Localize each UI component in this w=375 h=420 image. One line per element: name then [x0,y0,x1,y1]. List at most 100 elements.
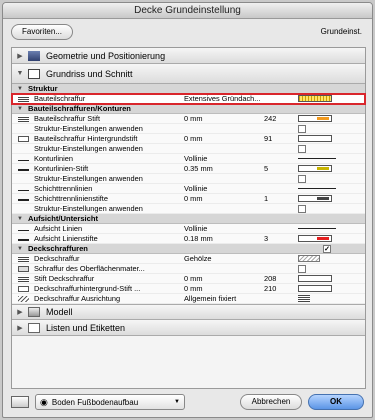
settings-dialog: Decke Grundeinstellung Favoriten... Grun… [2,2,373,418]
row-label: Struktur-Einstellungen anwenden [34,144,143,153]
list-item[interactable]: Bauteilschraffur Hintergrundstift 0 mm 9… [12,134,365,144]
pen-number[interactable]: 5 [264,164,298,173]
list-item[interactable]: Stift Deckschraffur 0 mm 208 [12,274,365,284]
list-item[interactable]: Deckschraffur Gehölze [12,254,365,264]
row-label: Schraffur des Oberflächenmater... [34,264,145,273]
cancel-button[interactable]: Abbrechen [240,394,302,410]
row-label: Konturlinien-Stift [34,164,89,173]
row-value[interactable]: Gehölze [184,254,264,263]
list-item[interactable]: Aufsicht Linienstifte 0.18 mm 3 [12,234,365,244]
list-item[interactable]: Struktur-Einstellungen anwenden [12,174,365,184]
pen-number[interactable]: 210 [264,284,298,293]
pen-icon [12,237,34,241]
row-label: Schichttrennlinienstifte [34,194,108,203]
pen-color-swatch[interactable] [298,235,332,242]
line-type-swatch[interactable] [298,188,336,189]
surface-icon [12,265,34,272]
collapse-triangle-icon[interactable]: ▼ [12,216,28,222]
pen-number[interactable]: 242 [264,114,298,123]
row-value[interactable]: Vollinie [184,154,264,163]
list-item[interactable]: Aufsicht Linien Vollinie [12,224,365,234]
list-item[interactable]: Schichttrennlinienstifte 0 mm 1 [12,194,365,204]
collapse-triangle-icon[interactable]: ▼ [12,86,28,92]
list-item[interactable]: Struktur-Einstellungen anwenden [12,124,365,134]
pen-number[interactable]: 208 [264,274,298,283]
group-struktur[interactable]: ▼ Struktur [12,84,365,94]
row-label: Bauteilschraffur Stift [34,114,100,123]
row-label: Deckschraffur Ausrichtung [34,294,121,303]
ok-button[interactable]: OK [308,394,364,410]
group-aufsicht[interactable]: ▼ Aufsicht/Untersicht [12,214,365,224]
group-deck[interactable]: ▼ Deckschraffuren ✓ [12,244,365,254]
pen-color-swatch[interactable] [298,165,332,172]
fill-icon [12,95,34,102]
list-item[interactable]: Konturlinien Vollinie [12,154,365,164]
checkbox[interactable] [298,144,306,153]
row-label: Aufsicht Linien [34,224,83,233]
pen-color-swatch[interactable] [298,285,332,292]
row-value[interactable]: Allgemein fixiert [184,294,298,303]
list-item[interactable]: Konturlinien-Stift 0.35 mm 5 [12,164,365,174]
row-label: Bauteilschraffur [34,94,86,103]
pen-number[interactable]: 91 [264,134,298,143]
line-icon [12,157,34,161]
row-label: Struktur-Einstellungen anwenden [34,124,143,133]
section-geometry[interactable]: ▶ Geometrie und Positionierung [12,48,365,64]
fill-pattern-swatch[interactable] [298,255,320,262]
group-label: Deckschraffuren [28,244,88,253]
pen-number[interactable]: 1 [264,194,298,203]
window-title: Decke Grundeinstellung [3,3,372,19]
row-value[interactable]: Vollinie [184,224,264,233]
layer-select[interactable]: ◉ Boden Fußbodenaufbau ▼ [35,394,185,410]
list-item[interactable]: Deckschraffur Ausrichtung Allgemein fixi… [12,294,365,304]
list-item[interactable]: Schichttrennlinien Vollinie [12,184,365,194]
list-item[interactable]: Deckschraffurhintergrund-Stift ... 0 mm … [12,284,365,294]
list-item[interactable]: Struktur-Einstellungen anwenden [12,144,365,154]
label-icon [28,322,40,333]
collapse-triangle-icon[interactable]: ▼ [12,106,28,112]
row-value: 0 mm [184,194,203,203]
section-lists[interactable]: ▶ Listen und Etiketten [12,320,365,336]
checkbox[interactable] [298,204,306,213]
pen-icon [12,115,34,122]
pen-color-swatch[interactable] [298,115,332,122]
checkbox[interactable] [298,174,306,183]
favorites-button[interactable]: Favoriten... [11,24,73,40]
collapse-triangle-icon[interactable]: ▼ [12,246,28,252]
expand-triangle-icon[interactable]: ▶ [12,324,28,332]
row-label: Konturlinien [34,154,74,163]
pen-color-swatch[interactable] [298,275,332,282]
pen-number[interactable]: 3 [264,234,298,243]
pen-color-swatch[interactable] [298,195,332,202]
line-icon [12,187,34,191]
expand-triangle-icon[interactable]: ▶ [12,52,28,60]
list-item[interactable]: Bauteilschraffur Stift 0 mm 242 [12,114,365,124]
row-label: Struktur-Einstellungen anwenden [34,204,143,213]
checkbox[interactable]: ✓ [323,244,331,253]
checkbox[interactable] [298,264,306,273]
fill-pattern-swatch[interactable] [298,95,332,102]
section-floorplan[interactable]: ▼ Grundriss und Schnitt [12,64,365,84]
pen-color-swatch[interactable] [298,135,332,142]
layer-name: Boden Fußbodenaufbau [51,397,139,407]
group-bauteil[interactable]: ▼ Bauteilschraffuren/Konturen [12,104,365,114]
checkbox[interactable] [298,124,306,133]
collapse-triangle-icon[interactable]: ▼ [12,70,28,77]
line-type-swatch[interactable] [298,228,336,229]
list-item[interactable]: Schraffur des Oberflächenmater... [12,264,365,274]
list-item[interactable]: Bauteilschraffur Extensives Gründach... [11,93,366,105]
geometry-icon [28,50,40,61]
group-label: Bauteilschraffuren/Konturen [28,104,131,113]
pen-icon [12,285,34,292]
section-label: Modell [46,307,73,317]
expand-triangle-icon[interactable]: ▶ [12,308,28,316]
eye-icon: ◉ [40,396,48,407]
list-item[interactable]: Struktur-Einstellungen anwenden [12,204,365,214]
row-label: Deckschraffurhintergrund-Stift ... [34,284,141,293]
row-value[interactable]: Vollinie [184,184,264,193]
line-type-swatch[interactable] [298,158,336,159]
row-value[interactable]: Extensives Gründach... [184,94,264,103]
section-model[interactable]: ▶ Modell [12,304,365,320]
section-label: Grundriss und Schnitt [46,68,133,79]
orientation-swatch[interactable] [298,295,310,302]
